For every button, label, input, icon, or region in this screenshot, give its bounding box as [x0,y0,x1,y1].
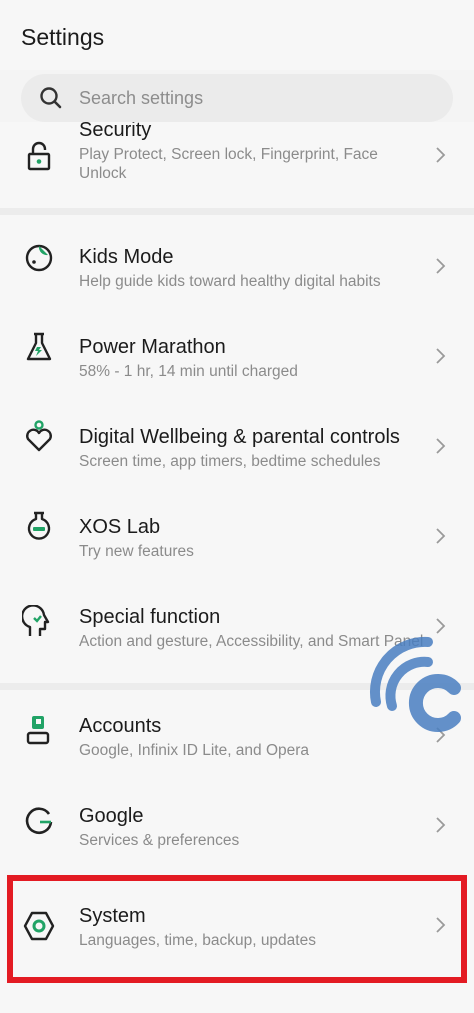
search-placeholder: Search settings [79,87,204,108]
account-icon [26,716,50,745]
settings-item-title: Google [79,805,144,827]
settings-item-subtitle: Try new features [79,543,194,560]
settings-item-title: XOS Lab [79,516,161,538]
settings-item-subtitle: Screen time, app timers, bedtime schedul… [79,453,381,470]
chevron-right-icon [436,817,446,833]
settings-item-subtitle: Languages, time, backup, updates [79,932,316,949]
settings-item-security[interactable]: Security Play Protect, Screen lock, Fing… [0,122,474,208]
settings-group-2: Kids Mode Help guide kids toward healthy… [0,215,474,683]
chevron-right-icon [436,348,446,364]
settings-item-title: Kids Mode [79,246,174,268]
lab-flask-icon [27,511,51,540]
app-header: Settings [0,0,474,70]
settings-group-security: Security Play Protect, Screen lock, Fing… [0,122,474,208]
kids-mode-icon [25,244,53,272]
chevron-right-icon [436,258,446,274]
settings-list[interactable]: Security Play Protect, Screen lock, Fing… [0,122,474,1013]
settings-item-digital-wellbeing[interactable]: Digital Wellbeing & parental controls Sc… [0,395,474,485]
chevron-right-icon [436,618,446,634]
settings-item-title: Security [79,122,152,141]
settings-item-title: Special function [79,606,221,628]
settings-item-xos-lab[interactable]: XOS Lab Try new features [0,485,474,575]
page-title: Settings [21,24,105,50]
settings-item-subtitle: Play Protect, Screen lock, Fingerprint, … [79,146,378,182]
settings-item-subtitle: Google, Infinix ID Lite, and Opera [79,742,310,759]
chevron-right-icon [436,917,446,933]
settings-item-title: System [79,905,146,927]
section-divider [0,208,474,215]
wellbeing-heart-icon [26,420,52,452]
settings-item-power-marathon[interactable]: Power Marathon 58% - 1 hr, 14 min until … [0,305,474,395]
settings-item-subtitle: 58% - 1 hr, 14 min until charged [79,363,298,380]
settings-item-title: Power Marathon [79,336,226,358]
settings-item-subtitle: Help guide kids toward healthy digital h… [79,273,381,290]
head-profile-icon [22,605,50,636]
google-icon [25,807,53,835]
settings-item-subtitle: Services & preferences [79,832,240,849]
chevron-right-icon [436,528,446,544]
watermark-logo [369,636,461,732]
flask-icon [26,332,52,361]
settings-item-google[interactable]: Google Services & preferences [0,780,474,870]
lock-icon [27,141,51,171]
system-hexagon-icon [23,911,55,941]
settings-item-kids-mode[interactable]: Kids Mode Help guide kids toward healthy… [0,215,474,305]
chevron-right-icon [436,438,446,454]
search-icon [40,87,62,109]
settings-item-title: Digital Wellbeing & parental controls [79,426,400,448]
search-bar[interactable]: Search settings [21,74,453,122]
settings-item-system[interactable]: System Languages, time, backup, updates [0,870,474,1013]
chevron-right-icon [436,147,446,163]
